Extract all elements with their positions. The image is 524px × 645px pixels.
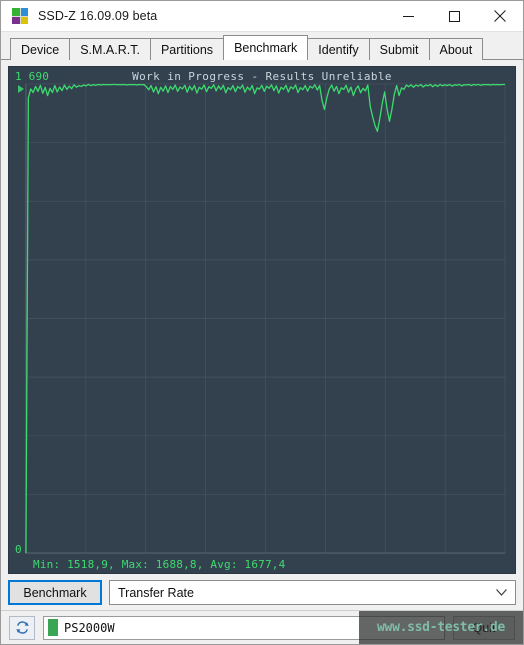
tab-label: Benchmark bbox=[234, 41, 298, 55]
tab-identify[interactable]: Identify bbox=[307, 38, 370, 60]
status-bar: PS2000W Quit www.ssd-tester.de bbox=[1, 610, 523, 644]
title-bar: SSD-Z 16.09.09 beta bbox=[1, 1, 523, 32]
axis-min-label: 0 bbox=[15, 543, 22, 556]
tab-smart[interactable]: S.M.A.R.T. bbox=[69, 38, 151, 60]
minimize-icon[interactable] bbox=[385, 1, 431, 32]
tab-label: S.M.A.R.T. bbox=[80, 42, 140, 57]
maximize-icon[interactable] bbox=[431, 1, 477, 32]
play-marker-icon bbox=[18, 85, 24, 93]
graph-status-text: Work in Progress - Results Unreliable bbox=[132, 70, 392, 83]
window-title: SSD-Z 16.09.09 beta bbox=[38, 9, 158, 23]
refresh-icon[interactable] bbox=[9, 615, 35, 640]
benchmark-button[interactable]: Benchmark bbox=[8, 580, 102, 605]
app-window: SSD-Z 16.09.09 beta Device S.M.A.R.T. Pa… bbox=[0, 0, 524, 645]
window-buttons bbox=[385, 1, 523, 32]
device-progress-indicator bbox=[48, 619, 58, 636]
close-icon[interactable] bbox=[477, 1, 523, 32]
tab-partitions[interactable]: Partitions bbox=[149, 38, 225, 60]
benchmark-mode-select[interactable]: Transfer Rate bbox=[109, 580, 516, 605]
benchmark-graph[interactable]: 1 690 0 Work in Progress - Results Unrel… bbox=[8, 66, 516, 574]
chevron-down-icon[interactable] bbox=[495, 587, 507, 599]
tab-label: Device bbox=[21, 42, 60, 57]
benchmark-mode-value: Transfer Rate bbox=[118, 585, 194, 600]
tab-strip: Device S.M.A.R.T. Partitions Benchmark I… bbox=[1, 32, 523, 60]
benchmark-controls: Benchmark Transfer Rate bbox=[8, 574, 516, 610]
device-name-field[interactable]: PS2000W bbox=[43, 615, 445, 640]
tab-label: Identify bbox=[318, 42, 359, 57]
tab-device[interactable]: Device bbox=[10, 38, 71, 60]
tab-label: About bbox=[439, 42, 473, 57]
graph-canvas bbox=[25, 83, 506, 554]
tab-about[interactable]: About bbox=[428, 38, 484, 60]
graph-stats-text: Min: 1518,9, Max: 1688,8, Avg: 1677,4 bbox=[33, 558, 286, 571]
tab-submit[interactable]: Submit bbox=[368, 38, 430, 60]
tab-label: Submit bbox=[379, 42, 419, 57]
tab-label: Partitions bbox=[160, 42, 214, 57]
tab-benchmark[interactable]: Benchmark bbox=[223, 35, 309, 60]
device-name-label: PS2000W bbox=[64, 620, 115, 635]
ssdz-app-icon bbox=[12, 8, 28, 24]
benchmark-panel: 1 690 0 Work in Progress - Results Unrel… bbox=[1, 60, 523, 610]
quit-button[interactable]: Quit bbox=[453, 615, 515, 640]
